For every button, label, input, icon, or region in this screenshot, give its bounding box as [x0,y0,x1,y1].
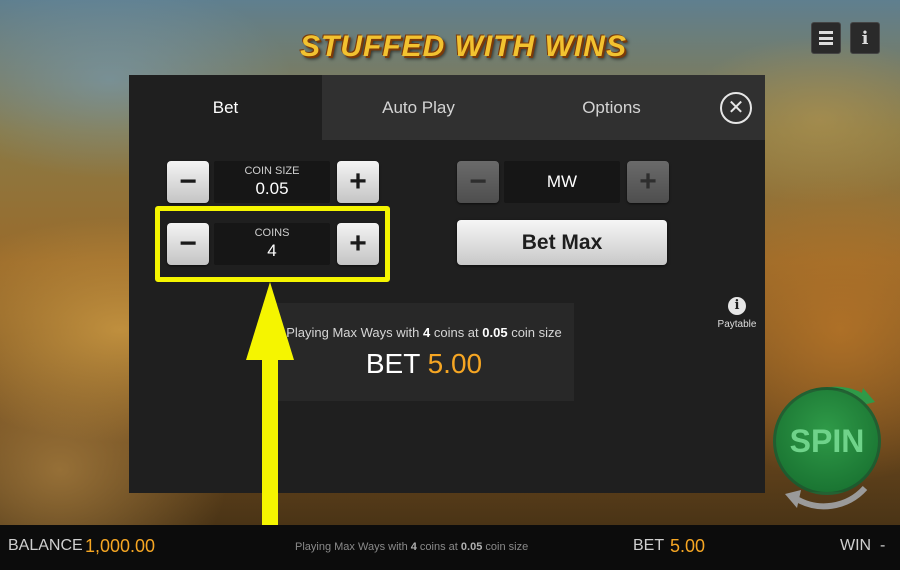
paytable-button[interactable]: i Paytable [713,297,761,330]
info-button[interactable]: i [850,22,880,54]
coin-size-display: COIN SIZE 0.05 [214,161,330,203]
close-icon[interactable]: ✕ [720,92,752,124]
bet-summary-text: Playing Max Ways with 4 coins at 0.05 co… [274,325,574,340]
info-prefix: Playing Max Ways with [295,541,411,553]
tab-options[interactable]: Options [515,75,708,140]
win-value: - [880,537,886,554]
balance-value: 1,000.00 [85,536,156,556]
hamburger-menu-icon [819,31,833,45]
status-bar: BALANCE 1,000.00 Playing Max Ways with 4… [0,525,900,570]
tab-bet[interactable]: Bet [129,75,322,140]
menu-button[interactable] [811,22,841,54]
summary-prefix: Playing Max Ways with [286,325,423,340]
bet-label: BET [633,537,665,554]
summary-suffix: coin size [507,325,562,340]
info-coin-size: 0.05 [460,541,483,553]
info-suffix: coin size [482,541,529,553]
info-icon: i [861,27,869,49]
summary-middle: coins at [430,325,483,340]
coin-size-value: 0.05 [255,179,289,198]
bet-settings-modal: Bet Auto Play Options ✕ − COIN SIZE 0.05… [129,75,765,493]
info-middle: coins at [416,541,461,553]
tab-auto-play[interactable]: Auto Play [322,75,515,140]
summary-coin-size: 0.05 [482,325,508,340]
paytable-label: Paytable [717,319,757,330]
ways-increase-button[interactable]: + [627,161,669,203]
balance-label: BALANCE [8,537,83,554]
info-icon: i [728,297,746,315]
bet-max-button[interactable]: Bet Max [457,220,667,265]
coins-highlight-box [155,206,390,282]
bet-total: BET 5.00 [274,348,574,380]
game-logo: STUFFED WITH WINS [300,30,627,63]
bet-total-label: BET [365,348,420,379]
bet-total-value: 5.00 [427,348,483,379]
tab-bar: Bet Auto Play Options ✕ [129,75,765,140]
coin-size-decrease-button[interactable]: − [167,161,209,203]
pointer-arrow-icon [246,282,294,538]
bet-summary: Playing Max Ways with 4 coins at 0.05 co… [274,303,574,401]
coin-size-increase-button[interactable]: + [337,161,379,203]
ways-display: MW [504,161,620,203]
ways-value: MW [546,172,578,191]
bet-info-text: Playing Max Ways with 4 coins at 0.05 co… [295,541,528,553]
spin-button[interactable]: SPIN [765,370,890,515]
spin-label: SPIN [773,387,881,495]
coin-size-label: COIN SIZE [244,165,300,177]
win-label: WIN [840,537,872,554]
bet-value: 5.00 [670,536,706,556]
ways-decrease-button[interactable]: − [457,161,499,203]
